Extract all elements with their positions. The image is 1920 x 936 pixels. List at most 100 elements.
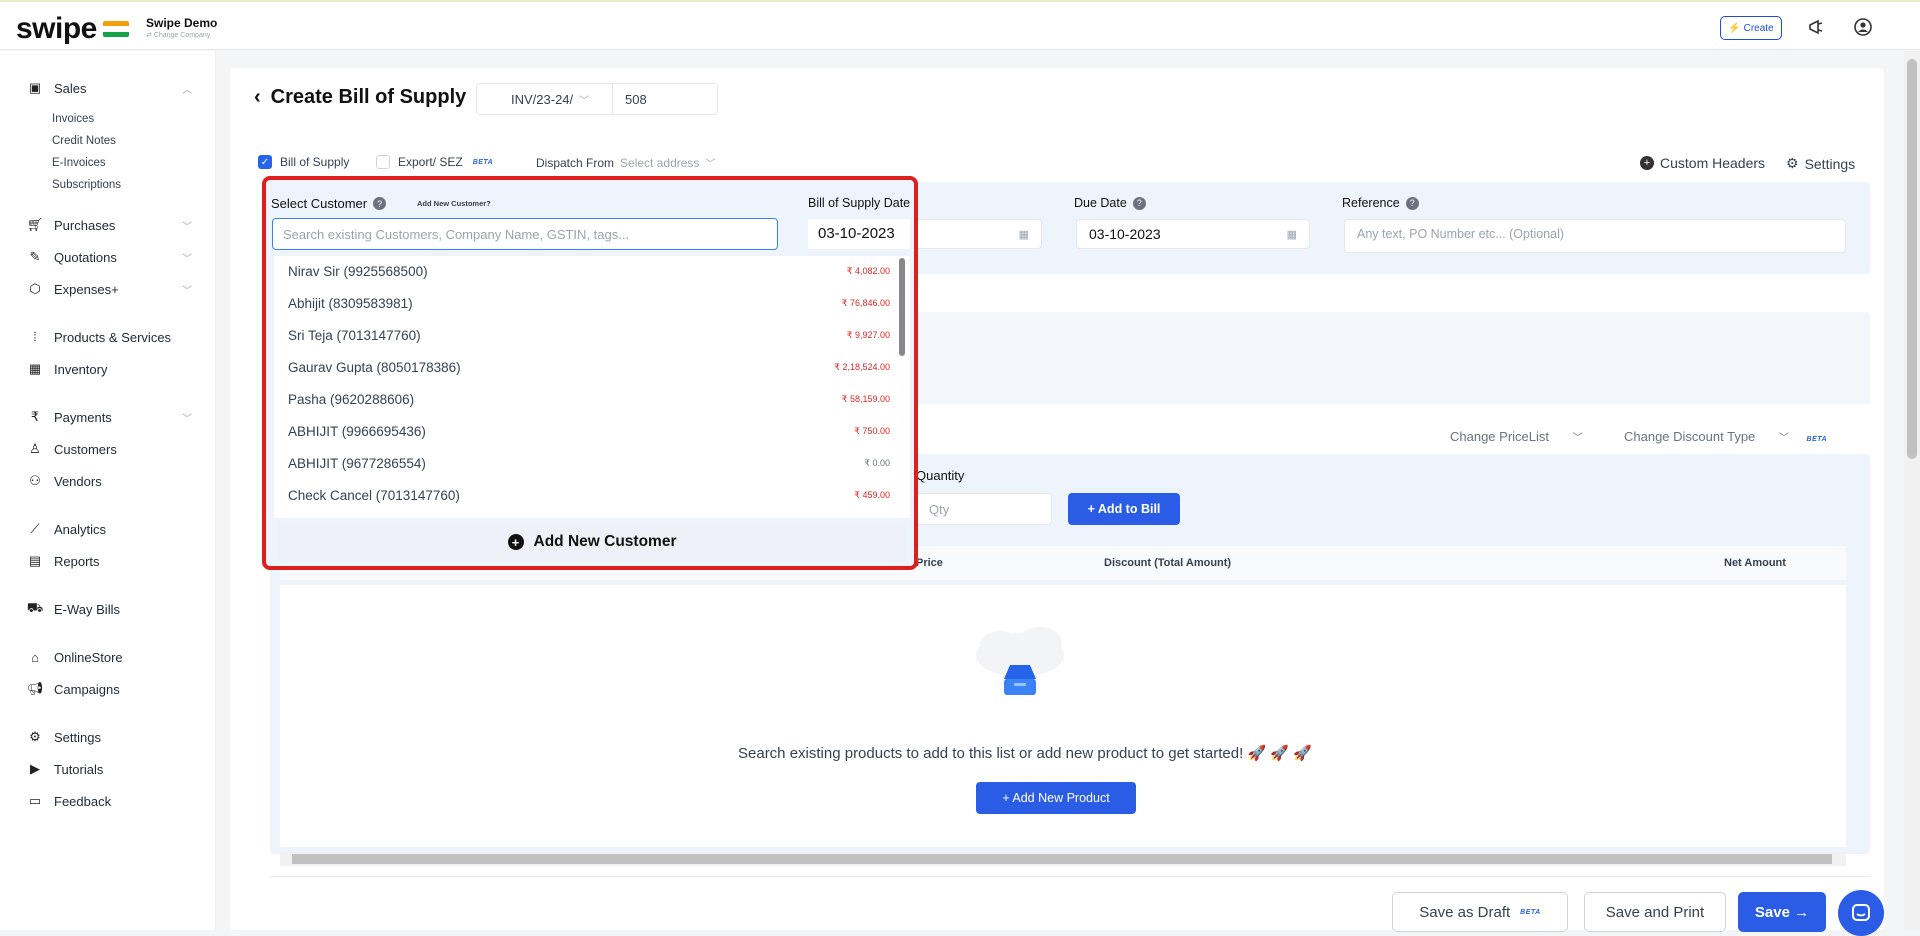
sidebar-subitem-e-invoices[interactable]: E-Invoices [52,157,106,169]
list-item[interactable]: Check Cancel (7013147760) [288,488,460,503]
invoice-prefix-select[interactable]: INV/23-24/ ﹀ [477,84,613,114]
sidebar-item-analytics[interactable]: ⟋ Analytics [26,520,106,538]
chart-icon: ⟋ [30,521,40,536]
sidebar-item-payments[interactable]: ₹ Payments ﹀ [26,408,192,426]
company-name: Swipe Demo [146,16,218,30]
add-new-customer-button[interactable]: + Add New Customer [278,522,906,562]
select-customer-label-text: Select Customer [271,196,368,211]
chat-support-icon[interactable] [1838,890,1884,936]
scrollbar-thumb[interactable] [1907,59,1917,459]
customer-balance: ₹ 0.00 [864,458,890,468]
empty-box-illustration [976,627,1064,695]
checkbox-unchecked[interactable] [376,155,390,169]
sidebar-item-label: E-Way Bills [54,601,120,617]
reference-label: Reference ? [1342,196,1419,210]
customer-search-input[interactable]: Search existing Customers, Company Name,… [272,218,778,250]
sidebar-item-campaigns[interactable]: 📢︎ Campaigns [26,680,120,698]
list-item[interactable]: ABHIJIT (9966695436) [288,424,426,439]
list-item[interactable]: ABHIJIT (9677286554) [288,456,426,471]
select-address-dropdown[interactable]: Select address [620,156,699,170]
list-item[interactable]: Gaurav Gupta (8050178386) [288,360,461,375]
sidebar-item-settings[interactable]: ⚙ Settings [26,728,101,746]
truck-icon: ⛟ [26,600,44,615]
custom-headers-button[interactable]: + Custom Headers [1640,155,1765,171]
vertical-scrollbar[interactable] [1904,51,1920,930]
gear-icon: ⚙ [29,729,41,744]
save-as-draft-button[interactable]: Save as Draft BETA [1392,892,1568,932]
add-new-product-button[interactable]: + Add New Product [976,782,1136,814]
create-button[interactable]: ⚡ Create [1720,16,1782,40]
sidebar-item-label: Campaigns [54,681,120,697]
logo-text: swipe [16,12,97,45]
beta-badge: BETA [472,158,494,166]
sidebar-item-label: Sales [54,80,87,96]
sidebar-item-label: Customers [54,441,117,457]
help-icon: ? [1405,196,1419,210]
settings-button[interactable]: ⚙ Settings [1786,155,1855,172]
sidebar-item-label: Settings [54,729,101,745]
sidebar-item-sales[interactable]: ▣ Sales ︿ [26,79,192,97]
quantity-input[interactable]: Qty [914,493,1052,525]
sidebar-item-tutorials[interactable]: ▶ Tutorials [26,760,103,778]
checkbox-checked[interactable]: ✓ [258,155,272,169]
sidebar-item-eway-bills[interactable]: ⛟ E-Way Bills [26,600,120,618]
list-item[interactable]: Pasha (9620288606) [288,392,414,407]
scrollbar-thumb[interactable] [292,854,1832,864]
settings-label: Settings [1804,155,1856,172]
customer-balance: ₹ 459.00 [854,490,890,500]
save-and-print-button[interactable]: Save and Print [1584,892,1726,932]
bill-date-label: Bill of Supply Date [808,196,911,210]
sidebar-subitem-credit-notes[interactable]: Credit Notes [52,135,116,147]
swipe-logo[interactable]: swipe [16,12,129,46]
sidebar-item-feedback[interactable]: ▭ Feedback [26,792,111,810]
change-discount-type-dropdown[interactable]: Change Discount Type ﹀ BETA [1624,429,1827,444]
due-date-input[interactable]: 03-10-2023 ▦ [1076,219,1310,249]
sidebar-item-purchases[interactable]: 🛒︎ Purchases ﹀ [26,216,192,234]
chevron-down-icon: ﹀ [182,285,192,297]
list-scrollbar[interactable] [898,256,906,518]
sidebar-item-vendors[interactable]: ⚇ Vendors [26,472,102,490]
store-icon: ⌂ [31,649,39,665]
list-item[interactable]: Sri Teja (7013147760) [288,328,421,343]
calendar-icon: ▦ [1018,228,1029,241]
scrollbar-thumb[interactable] [899,258,905,356]
invoice-number-field: INV/23-24/ ﹀ 508 [476,83,718,115]
back-chevron-icon[interactable]: ‹ [254,86,261,109]
chevron-down-icon: ﹀ [705,159,716,170]
export-sez-checkbox[interactable]: Export/ SEZ BETA [376,155,493,169]
list-item[interactable]: Nirav Sir (9925568500) [288,264,428,279]
reference-input[interactable]: Any text, PO Number etc... (Optional) [1344,219,1846,253]
india-flag-icon [102,21,129,37]
add-to-bill-button[interactable]: + Add to Bill [1068,493,1180,525]
sidebar-item-inventory[interactable]: ▦ Inventory [26,360,108,378]
sidebar-item-expenses[interactable]: ⬡ Expenses+ ﹀ [26,280,192,298]
sidebar-item-label: Payments [54,409,112,425]
change-company-link[interactable]: ⇄ Change Company [146,31,217,39]
plus-circle-icon: + [1640,156,1654,170]
list-item[interactable]: Abhijit (8309583981) [288,296,413,311]
company-switcher[interactable]: Swipe Demo ⇄ Change Company [146,16,217,39]
sidebar-item-customers[interactable]: ♙ Customers [26,440,117,458]
page-title-text: Create Bill of Supply [270,86,467,108]
account-icon[interactable] [1852,16,1874,38]
sidebar-item-reports[interactable]: ▤ Reports [26,552,100,570]
change-pricelist-dropdown[interactable]: Change PriceList ﹀ [1450,429,1583,444]
bill-date-input[interactable]: 03-10-2023 [808,219,910,249]
sidebar-item-products[interactable]: ⦙ Products & Services [26,328,172,346]
chevron-up-icon: ︿ [182,84,192,96]
bill-of-supply-checkbox[interactable]: ✓ Bill of Supply [258,155,349,169]
megaphone-icon[interactable] [1806,16,1828,38]
sidebar-subitem-subscriptions[interactable]: Subscriptions [52,179,121,191]
customer-balance: ₹ 4,082.00 [846,266,890,276]
add-new-customer-link[interactable]: Add New Customer? [417,199,491,208]
invoice-number-input[interactable]: 508 [613,92,647,107]
horizontal-scrollbar[interactable] [280,852,1846,866]
reference-label-text: Reference [1342,196,1400,210]
sidebar-item-onlinestore[interactable]: ⌂ OnlineStore [26,648,123,666]
chevron-down-icon: ﹀ [182,221,192,233]
save-button[interactable]: Save → [1738,892,1826,932]
sidebar-item-quotations[interactable]: ✎ Quotations ﹀ [26,248,192,266]
column-price: Price [916,557,943,569]
report-icon: ▤ [28,553,42,568]
sidebar-subitem-invoices[interactable]: Invoices [52,113,94,125]
